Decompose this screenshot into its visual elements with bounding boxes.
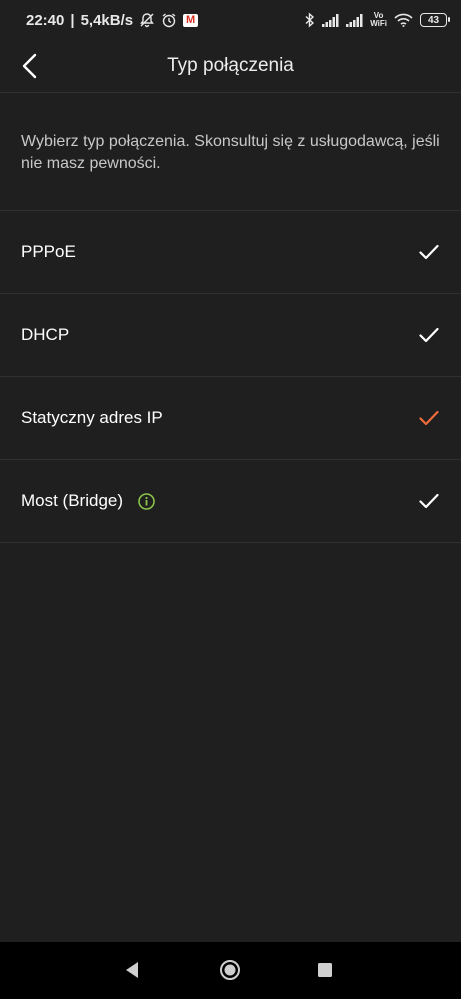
wifi-icon: [394, 13, 413, 27]
status-network-speed: 5,4kB/s: [80, 11, 134, 29]
battery-icon: 43: [420, 13, 450, 27]
check-icon: [418, 241, 440, 263]
page-title: Typ połączenia: [167, 55, 294, 76]
check-icon: [418, 490, 440, 512]
description-text: Wybierz typ połączenia. Skonsultuj się z…: [21, 133, 440, 172]
option-bridge[interactable]: Most (Bridge): [0, 460, 461, 543]
option-static-ip[interactable]: Statyczny adres IP: [0, 377, 461, 460]
option-label: Statyczny adres IP: [21, 408, 163, 427]
bluetooth-icon: [305, 12, 315, 28]
signal-icon: [322, 13, 339, 27]
check-icon-selected: [418, 407, 440, 429]
recents-square-icon[interactable]: [318, 963, 332, 977]
check-icon: [418, 324, 440, 346]
system-nav-bar: [0, 942, 461, 999]
status-separator: |: [70, 11, 75, 29]
option-label: Most (Bridge): [21, 491, 124, 510]
alarm-icon: [161, 12, 177, 28]
option-dhcp[interactable]: DHCP: [0, 294, 461, 377]
vowifi-icon: Vo WiFi: [370, 11, 387, 28]
info-icon[interactable]: [138, 492, 155, 510]
top-app-bar: Typ połączenia: [0, 40, 461, 93]
alarm-off-icon: [139, 12, 155, 28]
signal-icon: [346, 13, 363, 27]
status-bar: 22:40 | 5,4kB/s M Vo WiFi 43: [0, 0, 461, 40]
option-label: PPPoE: [21, 242, 76, 261]
chevron-left-icon: [22, 53, 37, 79]
home-circle-icon[interactable]: [219, 959, 241, 981]
option-label: DHCP: [21, 325, 70, 344]
screen: 22:40 | 5,4kB/s M Vo WiFi 43 Typ połącze…: [0, 0, 461, 999]
status-time: 22:40: [26, 11, 65, 29]
connection-type-list: PPPoE DHCP Statyczny adres IP Most (Brid…: [0, 210, 461, 543]
gmail-icon: M: [183, 13, 199, 27]
option-pppoe[interactable]: PPPoE: [0, 211, 461, 294]
back-button[interactable]: [14, 50, 46, 82]
back-triangle-icon[interactable]: [124, 961, 140, 979]
